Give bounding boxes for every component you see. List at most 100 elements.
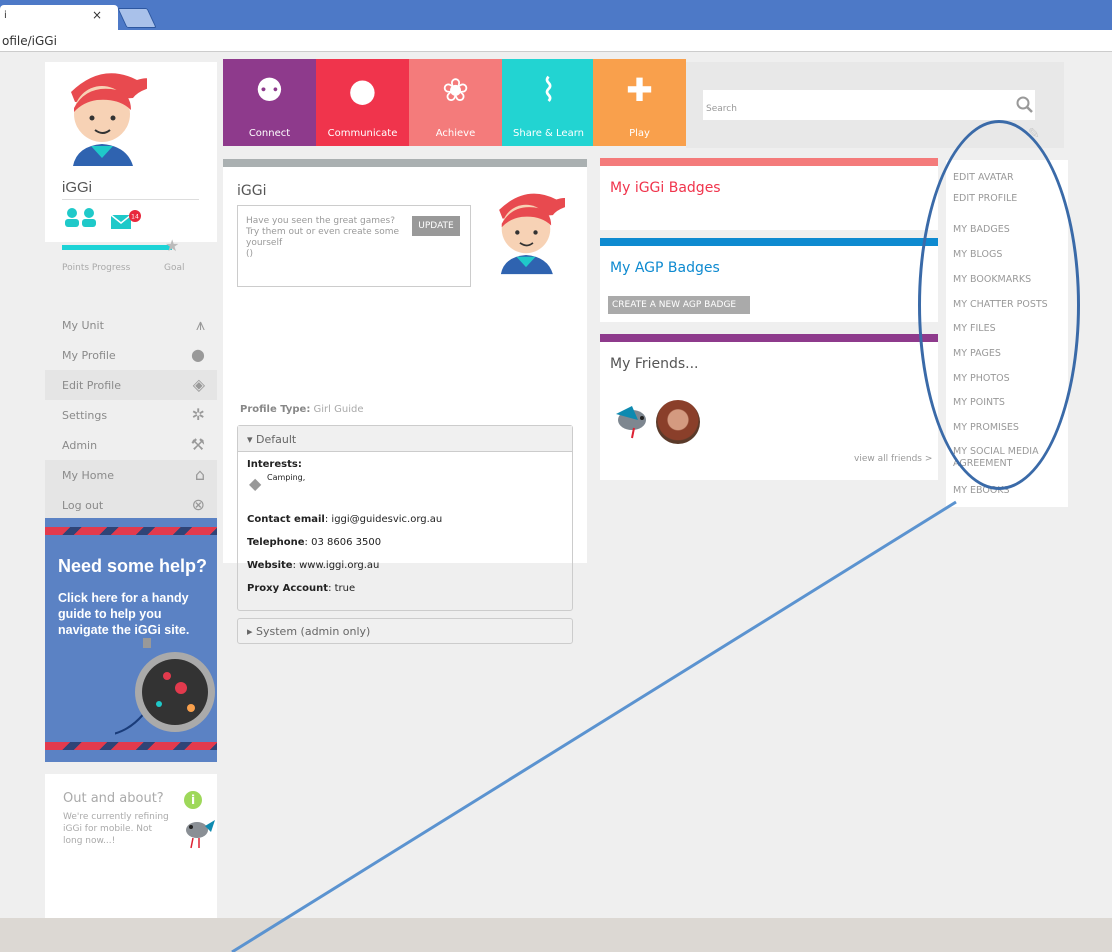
menu-item-log-out[interactable]: Log out ⊗: [45, 490, 217, 520]
profile-name: iGGi: [237, 183, 267, 199]
help-title: Need some help?: [58, 556, 208, 576]
friends-icon[interactable]: [63, 207, 99, 227]
profile-card: iGGi 14 ★ Points Progress Goal: [45, 62, 217, 273]
avatar: [499, 193, 565, 275]
menu-item-admin[interactable]: Admin ⚒: [45, 430, 217, 460]
email-row: Contact email: iggi@guidesvic.org.au: [247, 514, 443, 525]
view-all-friends-link[interactable]: view all friends >: [854, 454, 932, 464]
default-section: ▾ Default Interests: ◆ Camping, Contact …: [237, 425, 573, 611]
address-bar[interactable]: ofile/iGGi: [0, 30, 1112, 52]
iggi-badges-title: My iGGi Badges: [610, 180, 721, 196]
points-progress-bar: [62, 245, 172, 250]
browser-tab[interactable]: i ×: [0, 5, 118, 30]
friends-widget: My Friends... view all friends >: [600, 334, 938, 480]
menu-item-my-unit[interactable]: My Unit ⩚: [45, 310, 217, 340]
menu-item-settings[interactable]: Settings ✲: [45, 400, 217, 430]
status-box: Have you seen the great games? Try them …: [237, 205, 471, 287]
website-value[interactable]: www.iggi.org.au: [299, 560, 379, 571]
divider: [62, 199, 199, 200]
mobile-notice: Out and about? We're currently refining …: [45, 774, 217, 918]
friend-avatar-photo[interactable]: [656, 400, 700, 444]
profile-panel: iGGi Have you seen the great games? Try …: [223, 159, 587, 644]
phone-row: Telephone: 03 8606 3500: [247, 537, 382, 548]
mobile-notice-title: Out and about?: [63, 791, 164, 806]
interests-value-row: ◆ Camping,: [247, 471, 563, 509]
iggi-badges-widget: My iGGi Badges: [600, 158, 938, 230]
widget-bar: [600, 158, 938, 166]
profile-type-label: Profile Type:: [240, 404, 311, 415]
widget-bar: [600, 238, 938, 246]
nav-achieve[interactable]: ❀ Achieve: [409, 59, 502, 146]
annotation-oval: [918, 120, 1080, 490]
search-input[interactable]: [703, 90, 1035, 120]
menu-label: My Unit: [62, 319, 104, 332]
new-tab-button[interactable]: [117, 8, 157, 28]
nav-label: Communicate: [327, 128, 398, 139]
tab-close-icon[interactable]: ×: [92, 8, 102, 22]
nav-label: Share & Learn: [513, 128, 584, 139]
search-placeholder: Search: [706, 104, 737, 114]
close-circle-icon: ⊗: [191, 495, 205, 514]
menu-item-my-home[interactable]: My Home ⌂: [45, 460, 217, 490]
tag-icon: ◆: [249, 474, 262, 493]
status-input[interactable]: Have you seen the great games? Try them …: [246, 216, 402, 260]
phone-value: 03 8606 3500: [311, 537, 382, 548]
main-nav: ⚉ Connect ● Communicate ❀ Achieve ⌇ Shar…: [223, 59, 686, 146]
wrench-icon: ⚒: [190, 435, 205, 454]
website-label: Website: [247, 560, 293, 571]
page-footer: [0, 918, 1112, 952]
person-icon: ⩚: [195, 315, 205, 334]
friend-avatar-bird[interactable]: [612, 398, 652, 440]
stripe: [45, 527, 217, 535]
agp-badges-title: My AGP Badges: [610, 260, 720, 276]
menu-label: Log out: [62, 499, 104, 512]
menu-label: Settings: [62, 409, 108, 422]
avatar[interactable]: [57, 62, 147, 166]
system-section-header[interactable]: ▸ System (admin only): [237, 618, 573, 644]
proxy-label: Proxy Account: [247, 583, 329, 594]
stripe: [45, 742, 217, 750]
points-progress-label: Points Progress: [62, 263, 131, 273]
panel-top-bar: [223, 159, 587, 167]
default-section-header[interactable]: ▾ Default: [238, 426, 572, 452]
create-agp-badge-button[interactable]: CREATE A NEW AGP BADGE: [608, 296, 750, 314]
update-button[interactable]: UPDATE: [412, 216, 460, 236]
default-section-body: Interests: ◆ Camping, Contact email: igg…: [238, 452, 572, 611]
notification-count: 14: [131, 214, 139, 221]
help-body: Click here for a handy guide to help you…: [58, 591, 190, 637]
menu-item-edit-profile[interactable]: Edit Profile ◈: [45, 370, 217, 400]
friends-title: My Friends...: [610, 356, 699, 372]
menu-label: My Profile: [62, 349, 116, 362]
left-menu: My Unit ⩚ My Profile ● Edit Profile ◈ Setti…: [45, 310, 217, 520]
goal-star-icon: ★: [165, 236, 180, 255]
nav-play[interactable]: ✚ Play: [593, 59, 686, 146]
menu-item-my-profile[interactable]: My Profile ●: [45, 340, 217, 370]
browser-tab-bar: i ×: [0, 0, 1112, 30]
menu-label: Admin: [62, 439, 98, 452]
mobile-notice-body: We're currently refining iGGi for mobile…: [63, 812, 169, 846]
eraser-icon: ◈: [192, 375, 205, 394]
nav-connect[interactable]: ⚉ Connect: [223, 59, 316, 146]
interests-row: Interests:: [247, 459, 302, 470]
menu-label: Edit Profile: [62, 379, 122, 392]
info-icon: i: [184, 791, 202, 809]
website-row: Website: www.iggi.org.au: [247, 560, 380, 571]
menu-label: My Home: [62, 469, 114, 482]
status-text: Have you seen the great games? Try them …: [246, 216, 400, 248]
goal-label: Goal: [164, 263, 185, 273]
proxy-value: true: [334, 583, 356, 594]
nav-label: Achieve: [435, 128, 476, 139]
nav-share-learn[interactable]: ⌇ Share & Learn: [502, 59, 595, 146]
email-value[interactable]: iggi@guidesvic.org.au: [331, 514, 442, 525]
interests-label: Interests: [247, 459, 298, 470]
mail-icon[interactable]: 14: [109, 210, 141, 230]
nav-label: Play: [629, 128, 650, 139]
tab-title: i: [4, 10, 7, 21]
nav-communicate[interactable]: ● Communicate: [316, 59, 409, 146]
email-label: Contact email: [247, 514, 325, 525]
profile-type: Profile Type: Girl Guide: [240, 404, 363, 415]
profile-icon: ●: [191, 345, 205, 364]
search-icon[interactable]: [1016, 96, 1034, 114]
agp-badges-widget: My AGP Badges CREATE A NEW AGP BADGE: [600, 238, 938, 322]
help-banner[interactable]: Need some help? Click here for a handy g…: [45, 518, 217, 762]
